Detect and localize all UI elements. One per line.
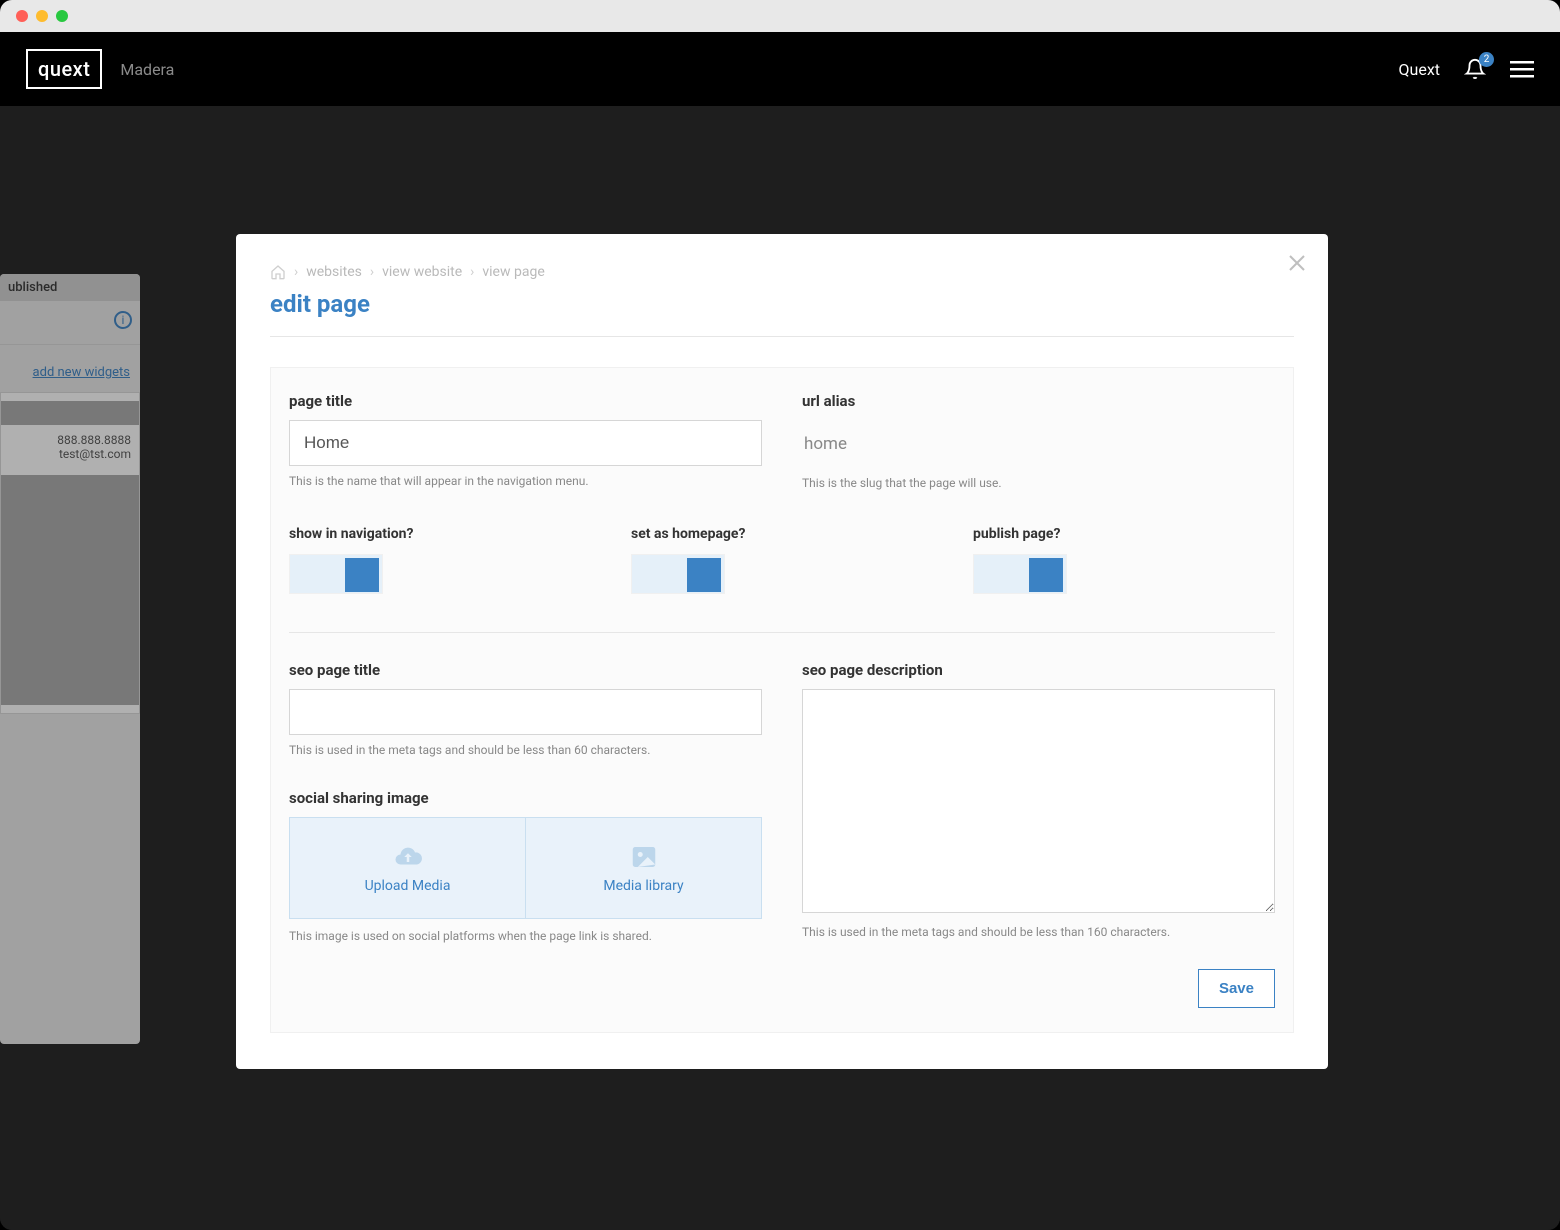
notifications-button[interactable]: 2 [1464, 58, 1486, 80]
upload-media-label: Upload Media [365, 878, 451, 894]
seo-title-label: seo page title [289, 661, 762, 679]
app-topbar: quext Madera Quext 2 [0, 32, 1560, 106]
user-label[interactable]: Quext [1399, 60, 1440, 79]
chevron-right-icon: › [370, 264, 374, 280]
window-close-icon[interactable] [16, 10, 28, 22]
publish-label: publish page? [973, 526, 1275, 542]
publish-toggle[interactable] [973, 554, 1067, 594]
seo-desc-help: This is used in the meta tags and should… [802, 925, 1275, 939]
page-title-input[interactable] [289, 420, 762, 466]
divider [270, 336, 1294, 337]
chevron-right-icon: › [470, 264, 474, 280]
hamburger-icon[interactable] [1510, 59, 1534, 79]
close-button[interactable] [1288, 254, 1306, 272]
media-library-label: Media library [603, 878, 683, 894]
breadcrumb: › websites › view website › view page [270, 264, 1294, 280]
social-help: This image is used on social platforms w… [289, 929, 762, 943]
media-library-button[interactable]: Media library [525, 818, 761, 918]
window-titlebar [0, 0, 1560, 32]
chevron-right-icon: › [294, 264, 298, 280]
show-nav-label: show in navigation? [289, 526, 591, 542]
breadcrumb-item[interactable]: view page [482, 264, 544, 280]
logo-text: quext [38, 57, 90, 81]
window-minimize-icon[interactable] [36, 10, 48, 22]
seo-title-help: This is used in the meta tags and should… [289, 743, 762, 757]
edit-page-modal: › websites › view website › view page ed… [236, 234, 1328, 1069]
breadcrumb-item[interactable]: view website [382, 264, 462, 280]
seo-title-input[interactable] [289, 689, 762, 735]
social-label: social sharing image [289, 789, 762, 807]
show-nav-toggle[interactable] [289, 554, 383, 594]
save-button[interactable]: Save [1198, 969, 1275, 1008]
notification-badge: 2 [1479, 52, 1494, 67]
divider [289, 632, 1275, 633]
page-title-help: This is the name that will appear in the… [289, 474, 762, 488]
window-maximize-icon[interactable] [56, 10, 68, 22]
home-icon[interactable] [270, 264, 286, 280]
logo[interactable]: quext [26, 49, 102, 89]
close-icon [1288, 254, 1306, 272]
tenant-name: Madera [120, 60, 174, 79]
set-home-label: set as homepage? [631, 526, 933, 542]
page-title-label: page title [289, 392, 762, 410]
set-home-toggle[interactable] [631, 554, 725, 594]
upload-media-button[interactable]: Upload Media [290, 818, 525, 918]
url-alias-value: home [802, 420, 1275, 468]
breadcrumb-item[interactable]: websites [306, 264, 362, 280]
image-icon [624, 842, 664, 872]
social-image-upload: Upload Media Media library [289, 817, 762, 919]
url-alias-help: This is the slug that the page will use. [802, 476, 1275, 490]
upload-icon [388, 842, 428, 872]
url-alias-label: url alias [802, 392, 1275, 410]
seo-desc-label: seo page description [802, 661, 1275, 679]
seo-desc-textarea[interactable] [802, 689, 1275, 913]
modal-title: edit page [270, 290, 1294, 318]
